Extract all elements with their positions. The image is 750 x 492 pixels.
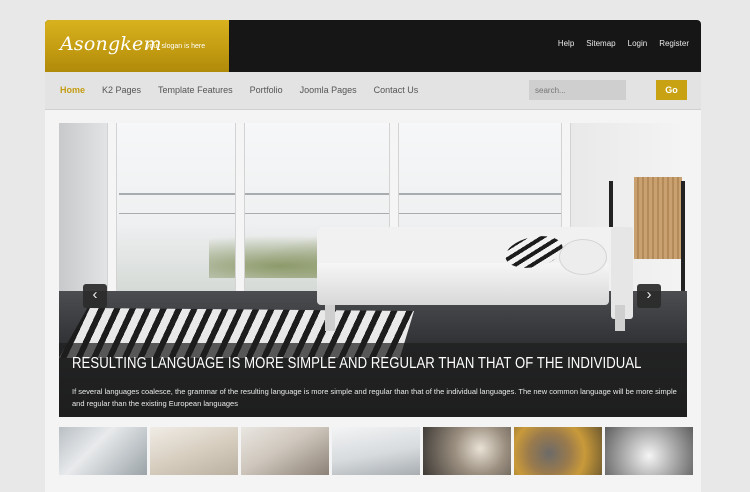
register-link[interactable]: Register bbox=[659, 39, 689, 48]
nav-item-portfolio[interactable]: Portfolio bbox=[250, 85, 283, 95]
login-link[interactable]: Login bbox=[628, 39, 648, 48]
nav-item-template-features[interactable]: Template Features bbox=[158, 85, 233, 95]
slideshow: ‹ › RESULTING LANGUAGE IS MORE SIMPLE AN… bbox=[59, 123, 687, 417]
thumbnail-7[interactable] bbox=[605, 427, 693, 475]
thumbnail-strip bbox=[59, 427, 693, 475]
page-wrapper: Asongkem your slogan is here Help Sitema… bbox=[45, 20, 701, 492]
nav-menu: Home K2 Pages Template Features Portfoli… bbox=[60, 85, 435, 95]
chevron-left-icon[interactable]: ‹ bbox=[83, 284, 107, 308]
top-links: Help Sitemap Login Register bbox=[558, 39, 689, 48]
thumbnail-4[interactable] bbox=[332, 427, 420, 475]
chevron-right-icon[interactable]: › bbox=[637, 284, 661, 308]
thumbnail-5[interactable] bbox=[423, 427, 511, 475]
thumbnail-1[interactable] bbox=[59, 427, 147, 475]
slide-caption: RESULTING LANGUAGE IS MORE SIMPLE AND RE… bbox=[59, 343, 687, 417]
go-button[interactable]: Go bbox=[656, 80, 687, 100]
caption-text: If several languages coalesce, the gramm… bbox=[72, 387, 677, 408]
help-link[interactable]: Help bbox=[558, 39, 574, 48]
header: Asongkem your slogan is here Help Sitema… bbox=[45, 20, 701, 72]
nav-item-joomla-pages[interactable]: Joomla Pages bbox=[300, 85, 357, 95]
caption-title[interactable]: RESULTING LANGUAGE IS MORE SIMPLE AND RE… bbox=[72, 355, 642, 373]
nav-item-home[interactable]: Home bbox=[60, 85, 85, 95]
logo-block[interactable]: Asongkem your slogan is here bbox=[45, 20, 229, 72]
thumbnail-2[interactable] bbox=[150, 427, 238, 475]
main-nav: Home K2 Pages Template Features Portfoli… bbox=[45, 72, 701, 110]
nav-item-contact-us[interactable]: Contact Us bbox=[374, 85, 419, 95]
thumbnail-6[interactable] bbox=[514, 427, 602, 475]
thumbnail-3[interactable] bbox=[241, 427, 329, 475]
nav-item-k2-pages[interactable]: K2 Pages bbox=[102, 85, 141, 95]
sitemap-link[interactable]: Sitemap bbox=[586, 39, 615, 48]
slogan: your slogan is here bbox=[146, 43, 206, 50]
search-input[interactable] bbox=[529, 80, 626, 100]
